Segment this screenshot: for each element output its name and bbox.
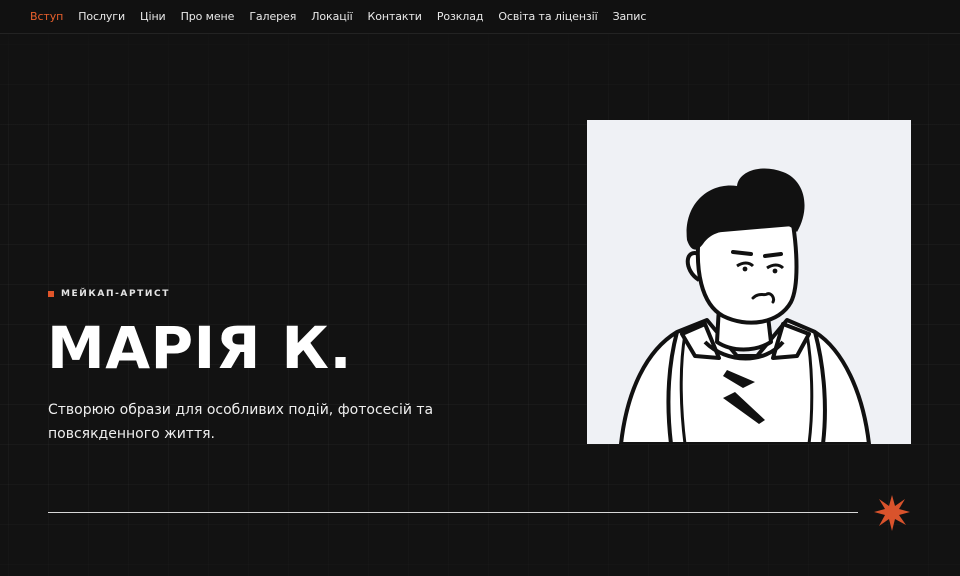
nav-item-services[interactable]: Послуги: [78, 10, 125, 23]
cartoon-portrait-icon: [619, 168, 871, 444]
eyebrow-label: МЕЙКАП-АРТИСТ: [61, 289, 171, 299]
nav-item-gallery[interactable]: Галерея: [249, 10, 296, 23]
nav-item-schedule[interactable]: Розклад: [437, 10, 484, 23]
nav-item-intro[interactable]: Вступ: [30, 10, 63, 23]
top-navigation: Вступ Послуги Ціни Про мене Галерея Лока…: [0, 0, 960, 34]
hero-eyebrow: МЕЙКАП-АРТИСТ: [48, 289, 170, 299]
nav-item-about[interactable]: Про мене: [181, 10, 235, 23]
nav-item-education[interactable]: Освіта та ліцензії: [498, 10, 597, 23]
nav-item-contacts[interactable]: Контакти: [368, 10, 422, 23]
hero-subtitle: Створюю образи для особливих подій, фото…: [48, 402, 434, 442]
hero-title: МАРІЯ К.: [47, 314, 352, 382]
portrait-illustration: [587, 120, 911, 444]
nav-item-booking[interactable]: Запис: [613, 10, 647, 23]
eyebrow-square-icon: [48, 291, 54, 297]
starburst-icon: [874, 495, 910, 531]
nav-item-locations[interactable]: Локації: [311, 10, 352, 23]
nav-item-prices[interactable]: Ціни: [140, 10, 166, 23]
section-divider: [48, 512, 858, 513]
page: Вступ Послуги Ціни Про мене Галерея Лока…: [0, 0, 960, 576]
